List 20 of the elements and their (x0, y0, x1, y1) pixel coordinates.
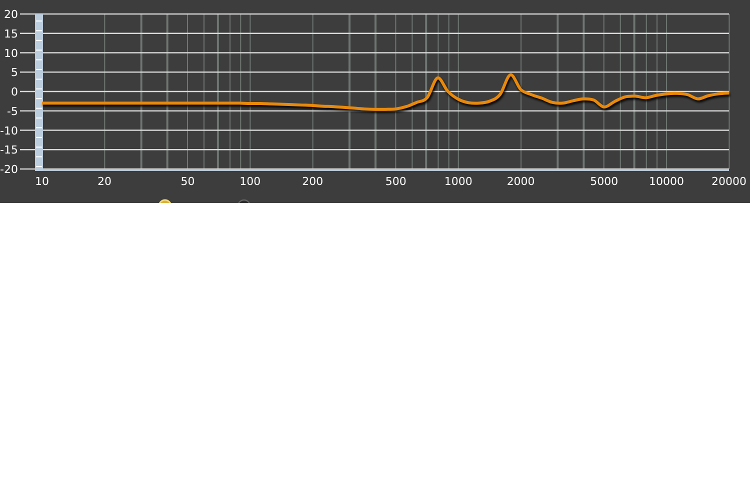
x-tick-label: 2000 (506, 175, 535, 188)
y-tick-label: -10 (0, 124, 18, 138)
x-tick-label: 20000 (712, 175, 746, 188)
y-tick-label: 10 (4, 46, 18, 60)
x-tick-label: 500 (385, 175, 406, 188)
y-tick-label: -5 (7, 104, 18, 118)
y-tick-label: 20 (4, 8, 18, 21)
x-tick-label: 1000 (444, 175, 472, 188)
y-tick-label: 5 (11, 66, 18, 80)
x-tick-label: 10 (35, 175, 49, 188)
x-tick-label: 20 (97, 175, 112, 188)
x-tick-label: 5000 (590, 175, 618, 188)
x-tick-label: 100 (240, 175, 261, 188)
x-tick-label: 10000 (649, 175, 684, 188)
y-tick-label: -20 (0, 163, 18, 176)
x-tick-label: 200 (302, 175, 324, 188)
y-tick-label: -15 (0, 144, 18, 157)
y-tick-label: 0 (11, 86, 18, 98)
x-tick-label: 50 (180, 175, 195, 188)
y-tick-label: 15 (4, 27, 18, 40)
